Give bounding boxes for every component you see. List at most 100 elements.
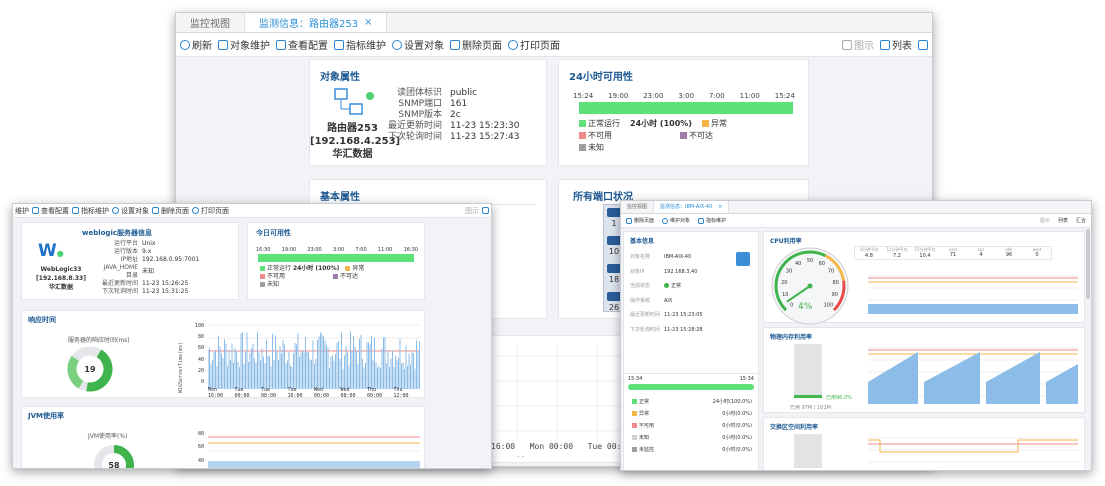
print-icon — [508, 39, 518, 50]
jvm-yticks: 80604020 — [197, 431, 204, 464]
jvm-usage-card: JVM使用率 JVM使用率(%) 58 80604020 — [21, 406, 425, 468]
gear-icon — [112, 207, 119, 214]
port-icon[interactable] — [607, 264, 621, 273]
gauge-tick-label: 60 — [819, 261, 825, 267]
list-icon — [880, 39, 890, 50]
tab-router-info[interactable]: 监测信息：路由器253 × — [245, 13, 388, 32]
resp-xticks: Mon 16:00 Tue 00:00 Tue 08:00 Tue 16:00 Wed … — [208, 387, 409, 399]
basic-info-card: 基本信息 对象名称 IBM-AIX-40 对象IP 192.168.3.40 当前状… — [623, 231, 759, 377]
swap-usage-card: 交换区空间利用率 — [763, 417, 1085, 470]
scrollbar[interactable] — [1086, 229, 1090, 299]
resp-yticks: 100 80 60 40 20 0 — [194, 323, 204, 385]
swatch-unmonitored — [632, 447, 637, 452]
delete-page-button[interactable]: 删除页面 — [152, 206, 189, 216]
memory-value-label: 已用96.0% — [826, 395, 852, 401]
print-icon — [192, 207, 199, 214]
gauge-tick-label: 50 — [807, 258, 813, 264]
gauge-hub — [807, 283, 813, 289]
today-availability-card: 今日可用性 16:30 19:00 23:00 3:00 7:00 11:00 16:30 … — [247, 222, 425, 300]
swatch-abnormal — [345, 266, 351, 271]
response-chart — [208, 324, 420, 389]
tab-monitor-view[interactable]: 监控视图 — [621, 201, 655, 213]
card-title: 24小时可用性 — [569, 72, 633, 83]
swatch-unavailable — [260, 274, 265, 279]
list-view-button[interactable]: 列表 — [1058, 217, 1068, 224]
card-title: 对象属性 — [320, 72, 360, 83]
avail-rows: 正常 24小时(100.0%) 异常 0小时(0.0%) 不可用 0小时(0.0%) … — [632, 396, 752, 456]
view-config-button[interactable]: 查看配置 — [32, 206, 69, 216]
server-icon — [736, 252, 750, 266]
object-fields: 运行平台 Unix 运行版本 9.x IP地址 192.168.0.95:7001 J… — [101, 240, 200, 295]
delete-icon — [152, 207, 159, 214]
print-page-button[interactable]: 打印页面 — [508, 37, 560, 52]
avail-legend: 正常运行 24小时 (100%) 异常 不可用 不可达 未知 — [579, 118, 799, 154]
availability-card: 24小时可用性 15:24 19:00 23:00 3:00 7:00 11:00 15:2… — [558, 59, 809, 166]
config-icon — [32, 207, 39, 214]
export-icon[interactable] — [918, 39, 928, 50]
swap-bar — [794, 434, 822, 468]
chart-view-button[interactable]: 图示 — [1040, 217, 1050, 224]
port-icon[interactable] — [607, 236, 621, 245]
router-icon — [334, 88, 374, 115]
list-view-button[interactable]: 列表 — [880, 37, 912, 52]
close-icon[interactable]: × — [364, 17, 372, 28]
availability-bar — [628, 384, 754, 390]
jvm-chart — [208, 436, 420, 468]
memory-usage-card: 物理内存利用率 已用96.0% 已用 97M / 102M — [763, 327, 1085, 413]
merge-view-button[interactable]: 汇合 — [1076, 217, 1086, 224]
avail-legend: 正常运行 24小时 (100%) 异常 不可用 不可达 未知 — [260, 265, 364, 289]
metric-maintain-button[interactable]: 指标维护 — [698, 217, 726, 224]
avail-ticks: 15:24 19:00 23:00 3:00 7:00 11:00 15:24 — [573, 92, 795, 100]
card-title: 交换区空间利用率 — [770, 424, 819, 431]
delete-page-button[interactable]: 删除页面 — [450, 37, 502, 52]
response-time-card: 响应时间 服务器的响应时间(ms) 19 W1GServerTime(ms) 1… — [21, 310, 425, 399]
cpu-gauge: 010 20 3040 50 6070 80 90 100 — [771, 247, 849, 325]
print-page-button[interactable]: 打印页面 — [192, 206, 229, 216]
swatch-unknown — [579, 144, 586, 151]
weblogic-logo-icon: W● — [38, 241, 64, 261]
availability-bar — [579, 102, 793, 114]
object-fields: 读团体标识 public SNMP端口 161 SNMP版本 2c 最近更新时间 11-… — [388, 88, 520, 142]
refresh-button[interactable]: 刷新 — [180, 37, 212, 52]
object-maintain-button[interactable]: 对象维护 — [218, 37, 270, 52]
gauge-tick-label: 100 — [824, 302, 834, 308]
metric-maintain-button[interactable]: 指标维护 — [72, 206, 109, 216]
gear-icon — [392, 39, 402, 50]
tab-monitor-view[interactable]: 监控视图 — [176, 13, 245, 32]
avail-ticks: 16:30 19:00 23:00 3:00 7:00 11:00 16:30 — [256, 247, 418, 253]
chart-view-button[interactable]: 图示 — [465, 206, 479, 216]
close-icon[interactable]: × — [718, 204, 722, 210]
traffic-xticks: 16:00 Mon 00:00 Tue 00:00 — [491, 442, 631, 451]
monitor-window-weblogic: 维护 查看配置 指标维护 设置对象 删除页面 打印页面 图示 weblogic服… — [12, 203, 492, 469]
traffic-legend: - - — [517, 453, 525, 461]
refresh-icon — [180, 39, 190, 50]
set-object-button[interactable]: 设置对象 — [392, 37, 444, 52]
tab-aix-info[interactable]: 监测信息：IBM-AIX-40 × — [654, 201, 730, 213]
port-icon[interactable] — [607, 208, 621, 217]
memory-size: 已用 97M / 102M — [790, 405, 831, 411]
cpu-chart — [868, 275, 1078, 314]
avail-end-time: 15:34 — [739, 376, 754, 382]
delete-page-button[interactable]: 删除页面 — [626, 217, 654, 224]
gauge-tick-label: 30 — [786, 269, 792, 275]
weblogic-info-card: weblogic服务器信息 W● WebLogic33 [192.168.8.3… — [21, 222, 239, 300]
delete-icon — [626, 217, 632, 224]
port-icon[interactable] — [607, 292, 621, 301]
gauge-tick-label: 70 — [828, 269, 834, 275]
swatch-unreachable — [680, 132, 687, 139]
maintain-button[interactable]: 维护 — [15, 206, 29, 216]
gauge-tick-label: 80 — [832, 280, 838, 286]
chart-view-button[interactable]: 图示 — [842, 37, 874, 52]
config-icon — [276, 39, 286, 50]
set-object-button[interactable]: 设置对象 — [112, 206, 149, 216]
chart-icon — [842, 39, 852, 50]
swatch-abnormal — [701, 120, 709, 127]
maintain-object-button[interactable]: 维护对象 — [662, 217, 690, 224]
view-config-button[interactable]: 查看配置 — [276, 37, 328, 52]
cpu-value: 4% — [798, 302, 813, 312]
usage-area — [208, 461, 420, 468]
metric-icon — [72, 207, 79, 214]
list-icon[interactable] — [482, 207, 489, 214]
metric-maintain-button[interactable]: 指标维护 — [334, 37, 386, 52]
status-dot — [664, 283, 669, 288]
